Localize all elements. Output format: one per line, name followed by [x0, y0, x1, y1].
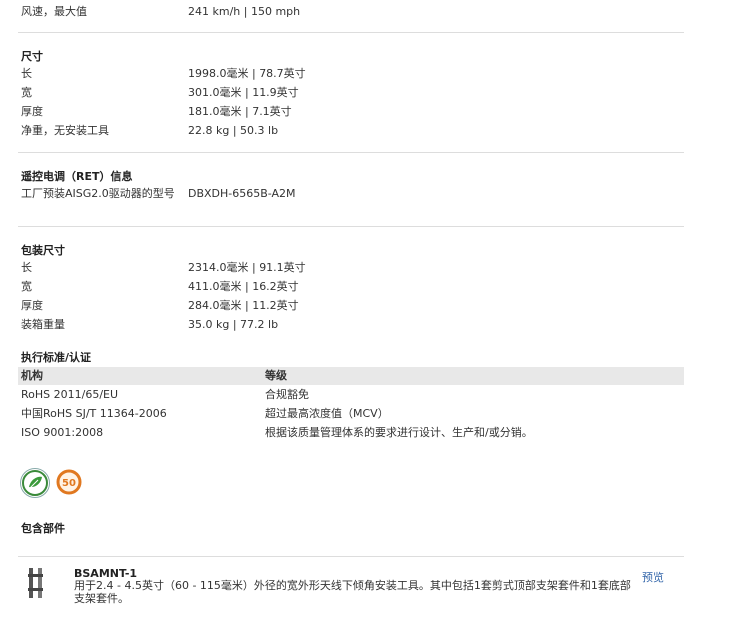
- column-header: 等级: [265, 369, 287, 382]
- spec-label: 装箱重量: [21, 318, 65, 331]
- table-cell: 合规豁免: [265, 388, 309, 401]
- spec-value: 284.0毫米 | 11.2英寸: [188, 299, 299, 312]
- table-row: ISO 9001:2008 根据该质量管理体系的要求进行设计、生产和/或分销。: [18, 424, 684, 442]
- spec-label: 长: [21, 67, 32, 80]
- spec-value: 2314.0毫米 | 91.1英寸: [188, 261, 306, 274]
- spec-value: 22.8 kg | 50.3 lb: [188, 124, 279, 137]
- preview-link[interactable]: 预览: [642, 569, 664, 585]
- table-cell: 根据该质量管理体系的要求进行设计、生产和/或分销。: [265, 426, 533, 439]
- rohs-leaf-icon: [20, 468, 50, 498]
- spec-label: 厚度: [21, 299, 43, 312]
- svg-text:50: 50: [62, 478, 76, 489]
- section-title-ret: 遥控电调（RET）信息: [21, 170, 133, 183]
- part-description: 用于2.4 - 4.5英寸（60 - 115毫米）外径的宽外形天线下倾角安装工具…: [74, 579, 631, 605]
- spec-value: 301.0毫米 | 11.9英寸: [188, 86, 299, 99]
- table-cell: RoHS 2011/65/EU: [21, 388, 119, 401]
- section-title-dimensions: 尺寸: [21, 50, 43, 63]
- spec-value: 1998.0毫米 | 78.7英寸: [188, 67, 306, 80]
- table-row: RoHS 2011/65/EU 合规豁免: [18, 386, 684, 404]
- table-row: 中国RoHS SJ/T 11364-2006 超过最高浓度值（MCV）: [18, 405, 684, 423]
- spec-value: 181.0毫米 | 7.1英寸: [188, 105, 292, 118]
- divider: [18, 152, 684, 153]
- spec-value: 35.0 kg | 77.2 lb: [188, 318, 279, 331]
- spec-label: 风速，最大值: [21, 5, 87, 18]
- spec-label: 净重，无安装工具: [21, 124, 109, 137]
- spec-value: DBXDH-6565B-A2M: [188, 187, 296, 200]
- divider: [18, 226, 684, 227]
- table-cell: 超过最高浓度值（MCV）: [265, 407, 389, 420]
- standards-table-header: 机构 等级: [18, 367, 684, 385]
- table-cell: ISO 9001:2008: [21, 426, 104, 439]
- column-header: 机构: [21, 369, 43, 382]
- spec-label: 工厂预装AISG2.0驱动器的型号: [21, 187, 175, 200]
- spec-label: 厚度: [21, 105, 43, 118]
- china-rohs-50-icon: 50: [55, 468, 83, 496]
- spec-label: 宽: [21, 86, 32, 99]
- section-title-packaging: 包装尺寸: [21, 244, 65, 257]
- mounting-kit-image: [26, 566, 46, 600]
- table-cell: 中国RoHS SJ/T 11364-2006: [21, 407, 167, 420]
- section-title-standards: 执行标准/认证: [21, 351, 92, 364]
- spec-label: 长: [21, 261, 32, 274]
- divider: [18, 32, 684, 33]
- spec-value: 411.0毫米 | 16.2英寸: [188, 280, 299, 293]
- spec-value: 241 km/h | 150 mph: [188, 5, 301, 18]
- section-title-included: 包含部件: [21, 522, 65, 535]
- spec-label: 宽: [21, 280, 32, 293]
- divider: [18, 556, 684, 557]
